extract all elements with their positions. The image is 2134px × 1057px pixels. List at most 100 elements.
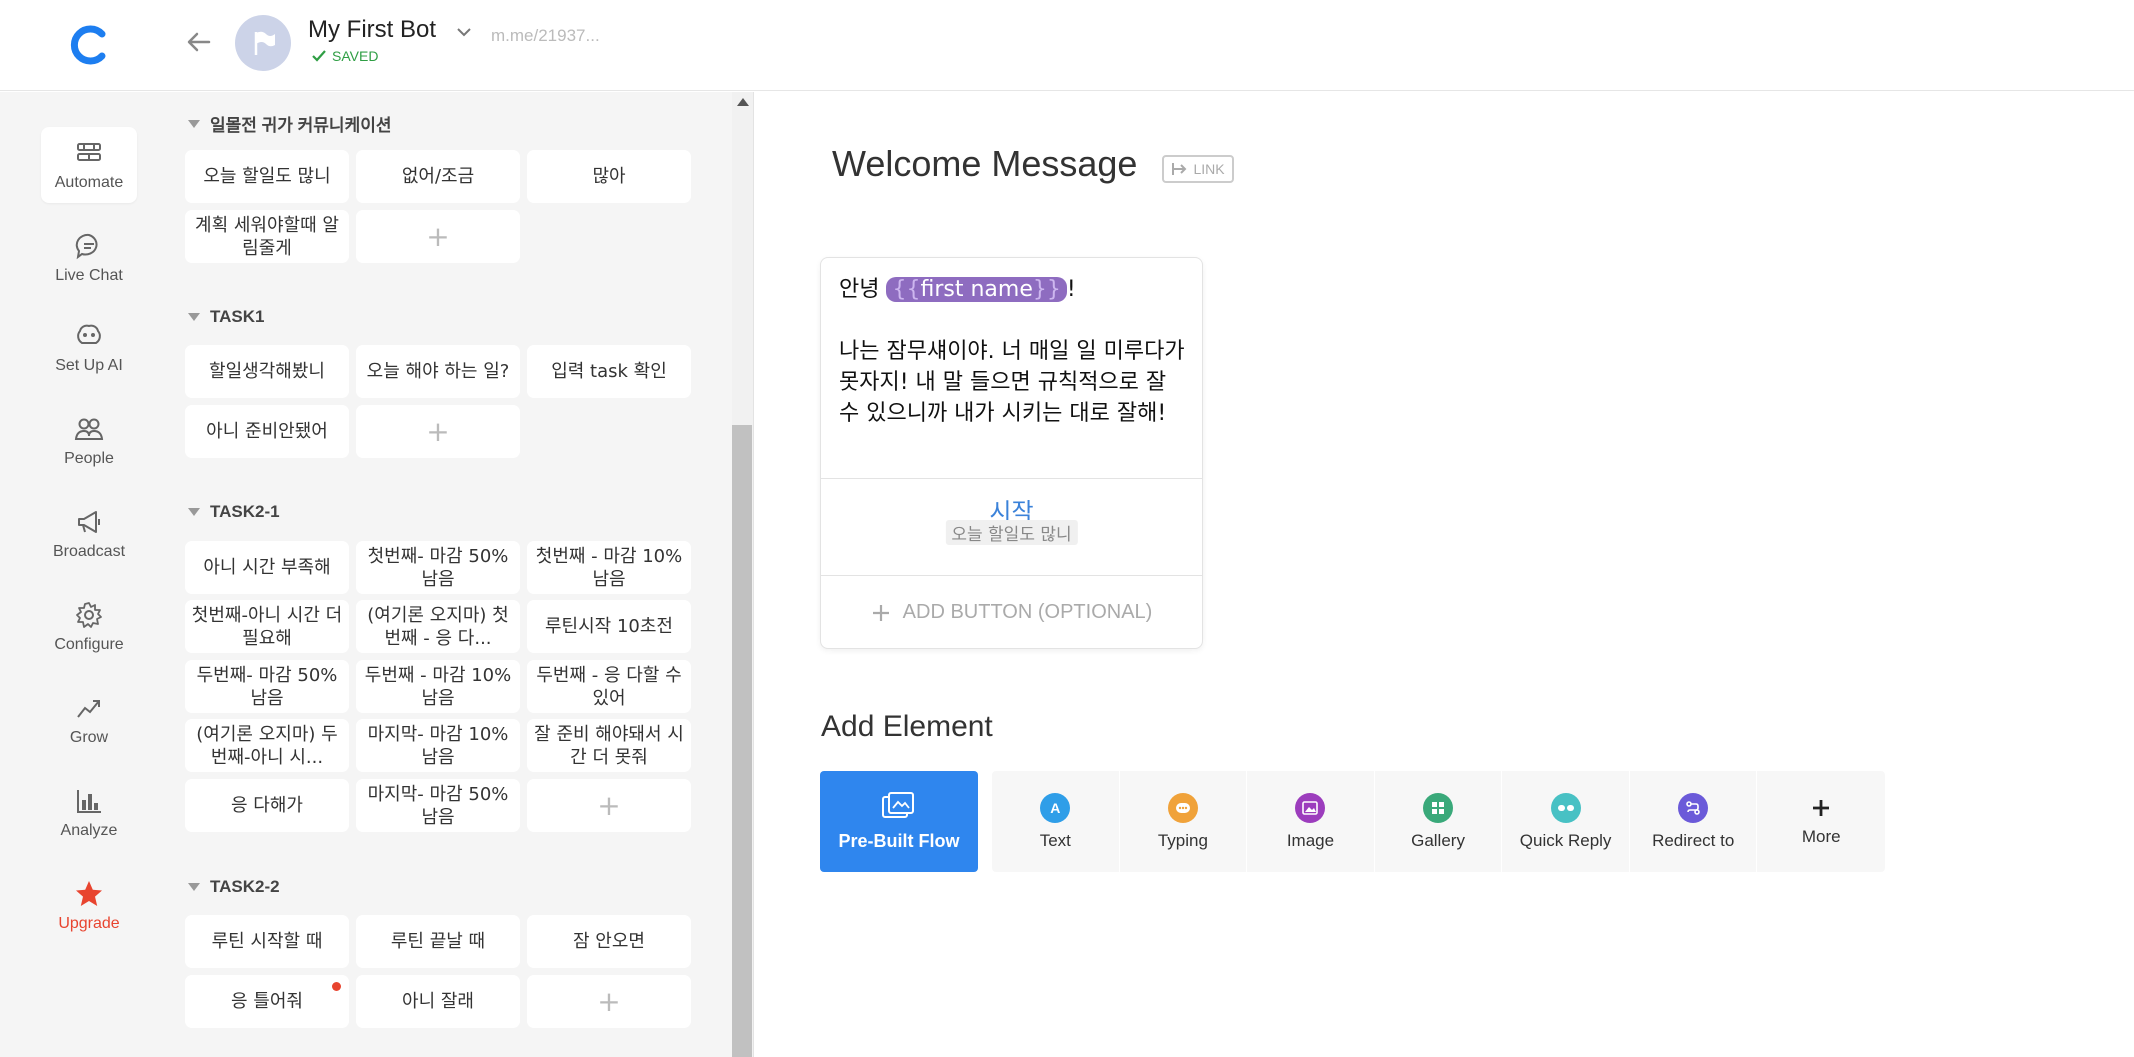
block-item[interactable]: 오늘 해야 하는 일? [356,345,520,398]
block-item[interactable]: 응 다해가 [185,779,349,832]
add-block-button[interactable]: + [527,779,691,832]
nav-item-label: Configure [54,636,124,653]
add-image-element[interactable]: Image [1247,771,1375,872]
bot-name[interactable]: My First Bot [308,16,436,44]
block-item[interactable]: 할일생각해봤니 [185,345,349,398]
element-label: Image [1286,830,1335,850]
divider [821,478,1202,479]
add-quick-reply-element[interactable]: Quick Reply [1502,771,1630,872]
block-item[interactable]: 잘 준비 해야돼서 시간 더 못줘 [527,719,691,772]
block-item[interactable]: 두번째 - 응 다할 수 있어 [527,660,691,713]
var-name: first name [920,277,1033,302]
add-element-title: Add Element [821,710,993,743]
block-item[interactable]: 오늘 할일도 많니 [185,150,349,203]
nav-item-label: Automate [54,174,124,191]
group-header[interactable]: TASK1 [188,307,264,327]
block-item[interactable]: 루틴 끝날 때 [356,915,520,968]
scrollbar-thumb[interactable] [732,425,752,1057]
pre-built-flow-button[interactable]: Pre-Built Flow [820,771,978,872]
link-icon [1172,163,1187,175]
add-block-button[interactable]: + [356,405,520,458]
bot-url[interactable]: m.me/21937... [491,26,600,46]
group-header[interactable]: 일몰전 귀가 커뮤니케이션 [188,111,392,136]
nav-item-automate[interactable]: Automate [41,127,137,203]
block-item[interactable]: 첫번째- 마감 50%남음 [356,541,520,594]
link-button[interactable]: LINK [1162,155,1234,183]
unread-dot [332,982,341,991]
group-header[interactable]: TASK2-2 [188,877,280,897]
block-item[interactable]: 마지막- 마감 10%남음 [356,719,520,772]
block-item[interactable]: (여기론 오지마) 첫번째 - 응 다... [356,600,520,653]
block-item[interactable]: 아니 시간 부족해 [185,541,349,594]
saved-status: SAVED [312,48,378,64]
bar-chart-icon [77,790,101,813]
element-label: Typing [1157,830,1208,850]
element-label: Text [1039,830,1071,850]
nav-item-configure[interactable]: Configure [41,589,137,665]
collapse-triangle-icon[interactable] [188,883,200,891]
block-item[interactable]: 두번째- 마감 50%남음 [185,660,349,713]
first-name-variable[interactable]: {{first name}} [886,277,1067,302]
plus-icon [1813,799,1830,816]
nav-item-analyze[interactable]: Analyze [41,775,137,851]
link-label: LINK [1193,161,1225,177]
flag-icon [254,31,275,55]
block-item[interactable]: 아니 잘래 [356,975,520,1028]
back-arrow-icon[interactable] [183,26,215,58]
add-text-element[interactable]: A Text [992,771,1120,872]
nav-item-grow[interactable]: Grow [41,682,137,758]
block-item[interactable]: 루틴 시작할 때 [185,915,349,968]
add-block-button[interactable]: + [356,210,520,263]
add-gallery-element[interactable]: Gallery [1375,771,1503,872]
collapse-triangle-icon[interactable] [188,313,200,321]
message-greeting: 안녕 [839,277,887,302]
block-item[interactable]: 응 틀어줘 [185,975,349,1028]
add-more-element[interactable]: More [1757,771,1885,872]
block-item[interactable]: 마지막- 마감 50%남음 [356,779,520,832]
message-body: 나는 잠무섀이야. 너 매일 일 미루다가 못자지! 내 말 들으면 규칙적으로… [839,339,1185,426]
collapse-triangle-icon[interactable] [188,119,200,128]
add-block-button[interactable]: + [527,975,691,1028]
flow-icon [882,792,914,818]
nav-item-broadcast[interactable]: Broadcast [41,496,137,572]
nav-item-upgrade[interactable]: Upgrade [41,868,137,944]
block-item[interactable]: 루틴시작 10초전 [527,600,691,653]
add-redirect-element[interactable]: Redirect to [1630,771,1758,872]
add-typing-element[interactable]: Typing [1120,771,1248,872]
message-text[interactable]: 안녕 {{first name}}! 나는 잠무섀이야. 너 매일 일 미루다가 … [839,274,1189,429]
group-header[interactable]: TASK2-1 [188,502,280,522]
block-item[interactable]: 아니 준비안됐어 [185,405,349,458]
group-title: TASK2-1 [210,502,280,521]
block-item[interactable]: 많아 [527,150,691,203]
block-item[interactable]: 두번째 - 마감 10%남음 [356,660,520,713]
block-title[interactable]: Welcome Message [832,143,1137,185]
nav-item-live-chat[interactable]: Live Chat [41,220,137,296]
block-item[interactable]: 없어/조금 [356,150,520,203]
text-card: 안녕 {{first name}}! 나는 잠무섀이야. 너 매일 일 미루다가 … [820,257,1203,649]
var-brace-close: }} [1032,277,1061,302]
element-label: Quick Reply [1519,830,1612,850]
nav-item-label: Set Up AI [55,357,123,374]
block-item[interactable]: (여기론 오지마) 두번째-아니 시... [185,719,349,772]
nav-item-set-up-ai[interactable]: Set Up AI [41,310,137,386]
chevron-down-icon[interactable] [454,22,474,42]
group-title: 일몰전 귀가 커뮤니케이션 [210,116,392,135]
element-label: Gallery [1411,830,1465,850]
chatfuel-logo-icon[interactable] [66,22,112,68]
nav-item-people[interactable]: People [41,403,137,479]
star-icon [76,881,102,906]
group-title: TASK1 [210,307,265,326]
nav-item-label: Grow [69,729,109,746]
saved-label: SAVED [332,48,379,64]
add-button-button[interactable]: ADD BUTTON (OPTIONAL) [821,601,1202,624]
grow-icon [77,700,100,718]
scroll-up-arrow-icon[interactable] [737,98,749,106]
block-item[interactable]: 첫번째 - 마감 10%남음 [527,541,691,594]
block-item[interactable]: 입력 task 확인 [527,345,691,398]
message-exclaim: ! [1066,277,1076,302]
block-item[interactable]: 계획 세워야할때 알림줄게 [185,210,349,263]
block-item[interactable]: 첫번째-아니 시간 더 필요해 [185,600,349,653]
block-item[interactable]: 잠 안오면 [527,915,691,968]
bot-avatar[interactable] [235,15,291,71]
collapse-triangle-icon[interactable] [188,508,200,516]
